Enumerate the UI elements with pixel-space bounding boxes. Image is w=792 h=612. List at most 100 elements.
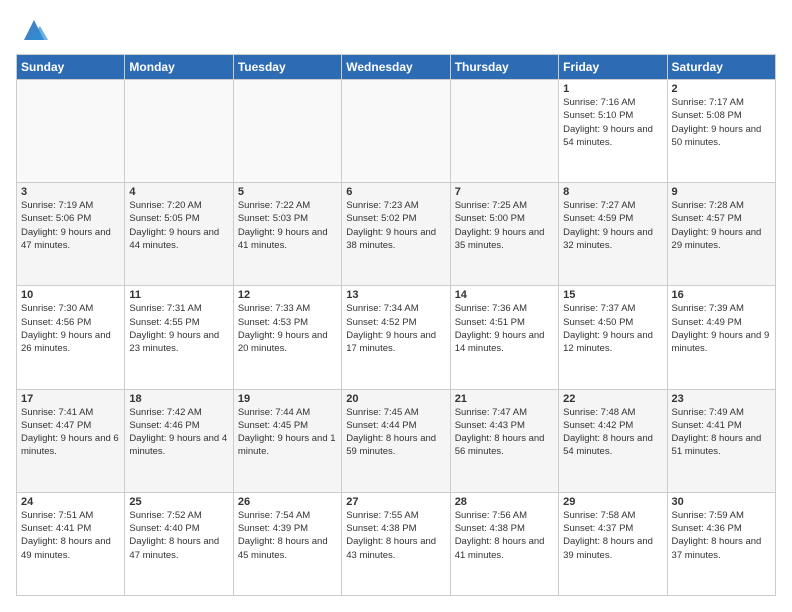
calendar-cell: 25Sunrise: 7:52 AM Sunset: 4:40 PM Dayli… [125, 492, 233, 595]
calendar-cell: 13Sunrise: 7:34 AM Sunset: 4:52 PM Dayli… [342, 286, 450, 389]
calendar-cell: 30Sunrise: 7:59 AM Sunset: 4:36 PM Dayli… [667, 492, 775, 595]
day-number: 2 [672, 83, 771, 95]
calendar-cell: 29Sunrise: 7:58 AM Sunset: 4:37 PM Dayli… [559, 492, 667, 595]
calendar-cell: 1Sunrise: 7:16 AM Sunset: 5:10 PM Daylig… [559, 80, 667, 183]
header [16, 16, 776, 44]
calendar-cell: 22Sunrise: 7:48 AM Sunset: 4:42 PM Dayli… [559, 389, 667, 492]
calendar-cell [125, 80, 233, 183]
calendar-cell: 7Sunrise: 7:25 AM Sunset: 5:00 PM Daylig… [450, 183, 558, 286]
day-info: Sunrise: 7:47 AM Sunset: 4:43 PM Dayligh… [455, 406, 554, 459]
calendar-cell: 8Sunrise: 7:27 AM Sunset: 4:59 PM Daylig… [559, 183, 667, 286]
day-number: 20 [346, 393, 445, 405]
calendar-weekday-tuesday: Tuesday [233, 55, 341, 80]
day-number: 27 [346, 496, 445, 508]
calendar-table: SundayMondayTuesdayWednesdayThursdayFrid… [16, 54, 776, 596]
calendar-cell: 24Sunrise: 7:51 AM Sunset: 4:41 PM Dayli… [17, 492, 125, 595]
day-info: Sunrise: 7:42 AM Sunset: 4:46 PM Dayligh… [129, 406, 228, 459]
day-number: 16 [672, 289, 771, 301]
day-number: 14 [455, 289, 554, 301]
day-info: Sunrise: 7:23 AM Sunset: 5:02 PM Dayligh… [346, 199, 445, 252]
day-info: Sunrise: 7:31 AM Sunset: 4:55 PM Dayligh… [129, 302, 228, 355]
day-info: Sunrise: 7:49 AM Sunset: 4:41 PM Dayligh… [672, 406, 771, 459]
day-number: 9 [672, 186, 771, 198]
calendar-cell: 17Sunrise: 7:41 AM Sunset: 4:47 PM Dayli… [17, 389, 125, 492]
day-info: Sunrise: 7:54 AM Sunset: 4:39 PM Dayligh… [238, 509, 337, 562]
day-number: 13 [346, 289, 445, 301]
day-info: Sunrise: 7:30 AM Sunset: 4:56 PM Dayligh… [21, 302, 120, 355]
day-info: Sunrise: 7:20 AM Sunset: 5:05 PM Dayligh… [129, 199, 228, 252]
calendar-cell: 9Sunrise: 7:28 AM Sunset: 4:57 PM Daylig… [667, 183, 775, 286]
day-info: Sunrise: 7:28 AM Sunset: 4:57 PM Dayligh… [672, 199, 771, 252]
calendar-week-row: 24Sunrise: 7:51 AM Sunset: 4:41 PM Dayli… [17, 492, 776, 595]
day-info: Sunrise: 7:16 AM Sunset: 5:10 PM Dayligh… [563, 96, 662, 149]
day-number: 25 [129, 496, 228, 508]
day-info: Sunrise: 7:51 AM Sunset: 4:41 PM Dayligh… [21, 509, 120, 562]
day-number: 23 [672, 393, 771, 405]
page: SundayMondayTuesdayWednesdayThursdayFrid… [0, 0, 792, 612]
calendar-cell: 16Sunrise: 7:39 AM Sunset: 4:49 PM Dayli… [667, 286, 775, 389]
day-info: Sunrise: 7:59 AM Sunset: 4:36 PM Dayligh… [672, 509, 771, 562]
day-info: Sunrise: 7:22 AM Sunset: 5:03 PM Dayligh… [238, 199, 337, 252]
calendar-cell: 3Sunrise: 7:19 AM Sunset: 5:06 PM Daylig… [17, 183, 125, 286]
day-number: 30 [672, 496, 771, 508]
calendar-cell: 12Sunrise: 7:33 AM Sunset: 4:53 PM Dayli… [233, 286, 341, 389]
calendar-cell [233, 80, 341, 183]
day-number: 19 [238, 393, 337, 405]
day-info: Sunrise: 7:39 AM Sunset: 4:49 PM Dayligh… [672, 302, 771, 355]
day-number: 3 [21, 186, 120, 198]
day-number: 29 [563, 496, 662, 508]
logo-icon [20, 16, 48, 44]
calendar-week-row: 3Sunrise: 7:19 AM Sunset: 5:06 PM Daylig… [17, 183, 776, 286]
day-number: 12 [238, 289, 337, 301]
calendar-cell: 15Sunrise: 7:37 AM Sunset: 4:50 PM Dayli… [559, 286, 667, 389]
calendar-cell: 5Sunrise: 7:22 AM Sunset: 5:03 PM Daylig… [233, 183, 341, 286]
calendar-weekday-saturday: Saturday [667, 55, 775, 80]
day-number: 10 [21, 289, 120, 301]
calendar-weekday-sunday: Sunday [17, 55, 125, 80]
day-info: Sunrise: 7:19 AM Sunset: 5:06 PM Dayligh… [21, 199, 120, 252]
day-number: 22 [563, 393, 662, 405]
calendar-cell: 19Sunrise: 7:44 AM Sunset: 4:45 PM Dayli… [233, 389, 341, 492]
day-info: Sunrise: 7:33 AM Sunset: 4:53 PM Dayligh… [238, 302, 337, 355]
day-info: Sunrise: 7:44 AM Sunset: 4:45 PM Dayligh… [238, 406, 337, 459]
day-number: 17 [21, 393, 120, 405]
calendar-cell: 11Sunrise: 7:31 AM Sunset: 4:55 PM Dayli… [125, 286, 233, 389]
calendar-weekday-thursday: Thursday [450, 55, 558, 80]
day-number: 24 [21, 496, 120, 508]
calendar-cell: 23Sunrise: 7:49 AM Sunset: 4:41 PM Dayli… [667, 389, 775, 492]
calendar-cell: 27Sunrise: 7:55 AM Sunset: 4:38 PM Dayli… [342, 492, 450, 595]
calendar-cell: 10Sunrise: 7:30 AM Sunset: 4:56 PM Dayli… [17, 286, 125, 389]
day-number: 4 [129, 186, 228, 198]
calendar-week-row: 1Sunrise: 7:16 AM Sunset: 5:10 PM Daylig… [17, 80, 776, 183]
calendar-weekday-monday: Monday [125, 55, 233, 80]
day-info: Sunrise: 7:17 AM Sunset: 5:08 PM Dayligh… [672, 96, 771, 149]
day-number: 7 [455, 186, 554, 198]
day-number: 6 [346, 186, 445, 198]
day-number: 18 [129, 393, 228, 405]
day-number: 5 [238, 186, 337, 198]
day-info: Sunrise: 7:58 AM Sunset: 4:37 PM Dayligh… [563, 509, 662, 562]
calendar-cell: 18Sunrise: 7:42 AM Sunset: 4:46 PM Dayli… [125, 389, 233, 492]
day-info: Sunrise: 7:34 AM Sunset: 4:52 PM Dayligh… [346, 302, 445, 355]
logo [16, 16, 48, 44]
day-number: 8 [563, 186, 662, 198]
day-info: Sunrise: 7:27 AM Sunset: 4:59 PM Dayligh… [563, 199, 662, 252]
day-number: 1 [563, 83, 662, 95]
calendar-cell: 4Sunrise: 7:20 AM Sunset: 5:05 PM Daylig… [125, 183, 233, 286]
day-number: 28 [455, 496, 554, 508]
day-info: Sunrise: 7:25 AM Sunset: 5:00 PM Dayligh… [455, 199, 554, 252]
day-info: Sunrise: 7:45 AM Sunset: 4:44 PM Dayligh… [346, 406, 445, 459]
day-info: Sunrise: 7:36 AM Sunset: 4:51 PM Dayligh… [455, 302, 554, 355]
calendar-cell: 20Sunrise: 7:45 AM Sunset: 4:44 PM Dayli… [342, 389, 450, 492]
calendar-cell: 26Sunrise: 7:54 AM Sunset: 4:39 PM Dayli… [233, 492, 341, 595]
day-number: 26 [238, 496, 337, 508]
day-info: Sunrise: 7:37 AM Sunset: 4:50 PM Dayligh… [563, 302, 662, 355]
calendar-cell [450, 80, 558, 183]
calendar-header-row: SundayMondayTuesdayWednesdayThursdayFrid… [17, 55, 776, 80]
calendar-cell: 2Sunrise: 7:17 AM Sunset: 5:08 PM Daylig… [667, 80, 775, 183]
calendar-week-row: 10Sunrise: 7:30 AM Sunset: 4:56 PM Dayli… [17, 286, 776, 389]
calendar-weekday-friday: Friday [559, 55, 667, 80]
calendar-cell [342, 80, 450, 183]
calendar-week-row: 17Sunrise: 7:41 AM Sunset: 4:47 PM Dayli… [17, 389, 776, 492]
day-number: 11 [129, 289, 228, 301]
